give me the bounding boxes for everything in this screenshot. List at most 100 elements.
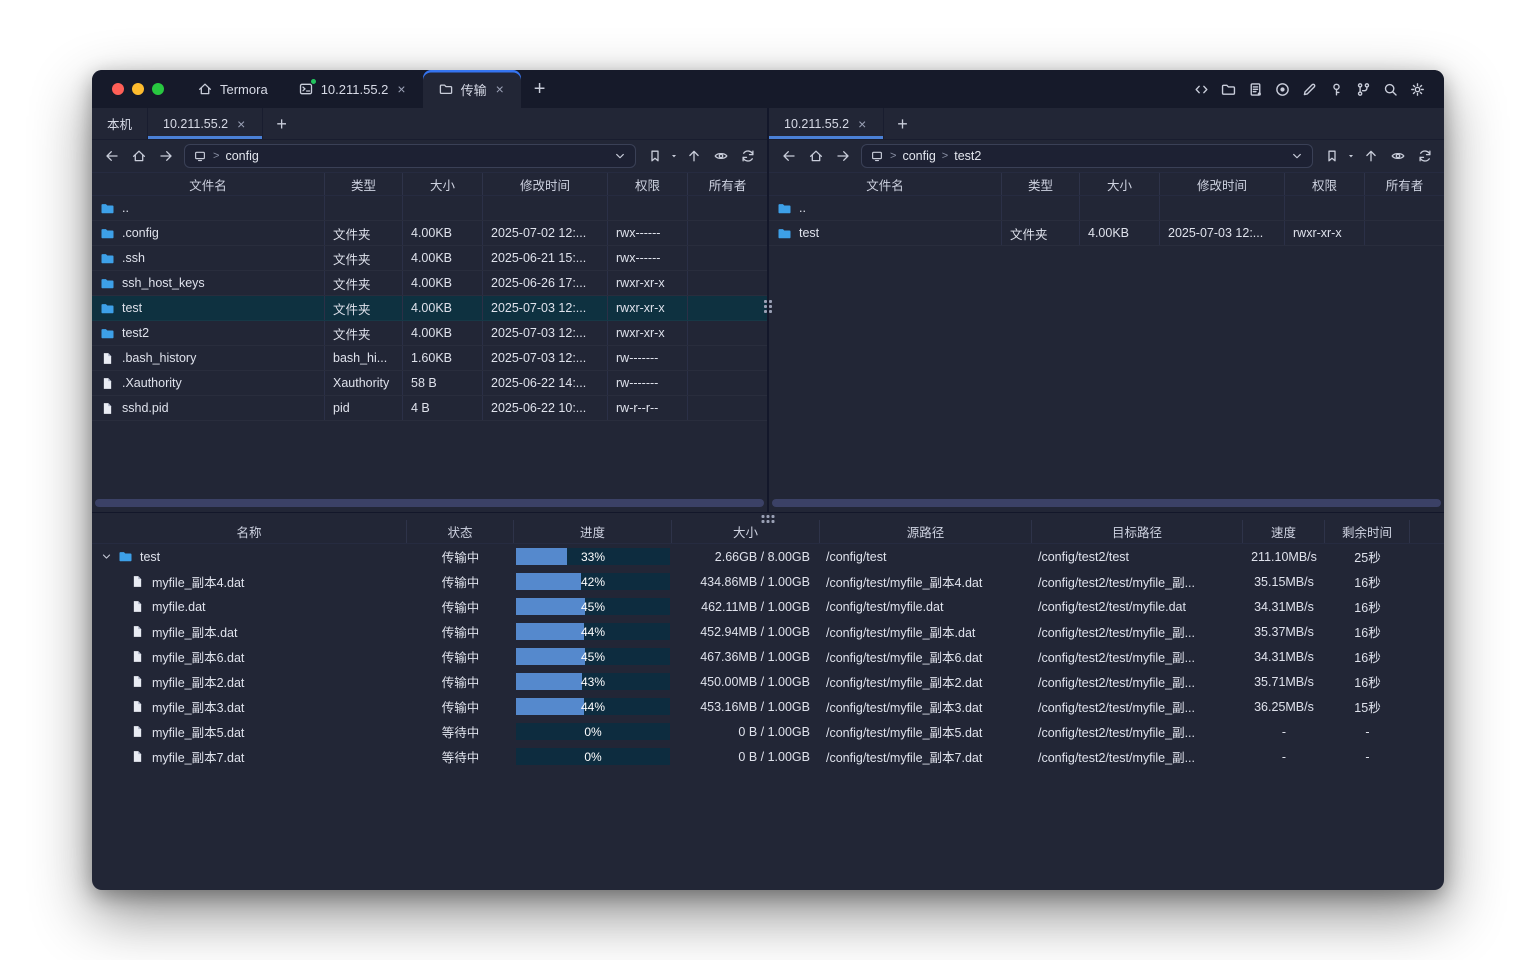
- key-icon[interactable]: [1327, 80, 1345, 98]
- search-icon[interactable]: [1381, 80, 1399, 98]
- forward-icon[interactable]: [830, 144, 855, 168]
- breadcrumb-segment[interactable]: config: [902, 149, 935, 163]
- horizontal-splitter[interactable]: [92, 512, 1444, 520]
- transfer-item-name: myfile_副本4.dat: [152, 572, 244, 591]
- breadcrumb-segment[interactable]: config: [225, 149, 258, 163]
- transfer-row[interactable]: myfile.dat传输中45%462.11MB / 1.00GB/config…: [92, 594, 1444, 619]
- column-header[interactable]: 所有者: [1365, 173, 1444, 195]
- right-panel-tab-10.211.55.2[interactable]: 10.211.55.2×: [769, 108, 884, 139]
- transfer-row[interactable]: myfile_副本4.dat传输中42%434.86MB / 1.00GB/co…: [92, 569, 1444, 594]
- transfer-column-header[interactable]: 目标路径: [1032, 520, 1243, 543]
- left-panel-new-tab-button[interactable]: +: [263, 115, 300, 133]
- column-header[interactable]: 权限: [608, 173, 688, 195]
- transfer-column-header[interactable]: 剩余时间: [1325, 520, 1410, 543]
- breadcrumb-dropdown-icon[interactable]: [1290, 149, 1304, 163]
- breadcrumb-dropdown-icon[interactable]: [613, 149, 627, 163]
- column-header[interactable]: 修改时间: [1160, 173, 1285, 195]
- log-icon[interactable]: [1246, 80, 1264, 98]
- bookmark-caret-icon[interactable]: [669, 149, 679, 163]
- left-panel-file-row[interactable]: ..: [92, 196, 767, 221]
- tab-close-icon[interactable]: ×: [856, 115, 868, 133]
- left-panel-breadcrumb[interactable]: >config: [184, 144, 636, 168]
- column-header[interactable]: 类型: [1002, 173, 1080, 195]
- column-header[interactable]: 文件名: [769, 173, 1002, 195]
- left-panel-file-row[interactable]: .bash_historybash_hi...1.60KB2025-07-03 …: [92, 346, 767, 371]
- record-icon[interactable]: [1273, 80, 1291, 98]
- transfer-item-name: myfile_副本7.dat: [152, 747, 244, 766]
- left-panel-horizontal-scrollbar[interactable]: [95, 499, 764, 507]
- left-panel-file-row[interactable]: test2文件夹4.00KB2025-07-03 12:...rwxr-xr-x: [92, 321, 767, 346]
- show-hidden-eye-icon[interactable]: [708, 144, 733, 168]
- bookmark-icon[interactable]: [1319, 144, 1344, 168]
- transfer-item-name: myfile_副本3.dat: [152, 697, 244, 716]
- transfer-row[interactable]: myfile_副本.dat传输中44%452.94MB / 1.00GB/con…: [92, 619, 1444, 644]
- close-window-button[interactable]: [112, 83, 124, 95]
- new-window-tab-button[interactable]: +: [521, 79, 559, 99]
- refresh-icon[interactable]: [1412, 144, 1437, 168]
- device-icon: [870, 149, 884, 163]
- transfer-row[interactable]: myfile_副本3.dat传输中44%453.16MB / 1.00GB/co…: [92, 694, 1444, 719]
- up-directory-icon[interactable]: [681, 144, 706, 168]
- home-icon[interactable]: [803, 144, 828, 168]
- right-panel-new-tab-button[interactable]: +: [884, 115, 921, 133]
- right-panel-breadcrumb[interactable]: >config>test2: [861, 144, 1313, 168]
- file-mtime-cell: 2025-07-03 12:...: [483, 321, 608, 345]
- transfer-row[interactable]: myfile_副本6.dat传输中45%467.36MB / 1.00GB/co…: [92, 644, 1444, 669]
- transfer-column-header[interactable]: 进度: [514, 520, 672, 543]
- bookmark-icon[interactable]: [642, 144, 667, 168]
- transfer-row[interactable]: myfile_副本5.dat等待中0%0 B / 1.00GB/config/t…: [92, 719, 1444, 744]
- transfer-row[interactable]: myfile_副本2.dat传输中43%450.00MB / 1.00GB/co…: [92, 669, 1444, 694]
- transfer-column-header[interactable]: 速度: [1243, 520, 1325, 543]
- show-hidden-eye-icon[interactable]: [1385, 144, 1410, 168]
- tab-close-icon[interactable]: ×: [494, 80, 506, 98]
- bookmark-caret-icon[interactable]: [1346, 149, 1356, 163]
- transfer-column-header[interactable]: 名称: [92, 520, 407, 543]
- tab-close-icon[interactable]: ×: [235, 115, 247, 133]
- column-header[interactable]: 修改时间: [483, 173, 608, 195]
- maximize-window-button[interactable]: [152, 83, 164, 95]
- edit-icon[interactable]: [1300, 80, 1318, 98]
- transfer-column-header[interactable]: 状态: [407, 520, 514, 543]
- right-panel-horizontal-scrollbar[interactable]: [772, 499, 1441, 507]
- breadcrumb-segment[interactable]: test2: [954, 149, 981, 163]
- column-header[interactable]: 所有者: [688, 173, 767, 195]
- settings-icon[interactable]: [1408, 80, 1426, 98]
- left-panel-tab-本机[interactable]: 本机: [92, 108, 148, 139]
- folder-icon[interactable]: [1219, 80, 1237, 98]
- code-icon[interactable]: [1192, 80, 1210, 98]
- titlebar-tab-10.211.55.2[interactable]: 10.211.55.2×: [283, 70, 423, 108]
- transfer-column-header[interactable]: 源路径: [820, 520, 1032, 543]
- column-header[interactable]: 文件名: [92, 173, 325, 195]
- back-icon[interactable]: [776, 144, 801, 168]
- left-panel-file-row[interactable]: .XauthorityXauthority58 B2025-06-22 14:.…: [92, 371, 767, 396]
- expand-chevron-icon[interactable]: [100, 550, 113, 563]
- minimize-window-button[interactable]: [132, 83, 144, 95]
- right-panel-file-row[interactable]: ..: [769, 196, 1444, 221]
- left-panel-file-row[interactable]: ssh_host_keys文件夹4.00KB2025-06-26 17:...r…: [92, 271, 767, 296]
- left-panel-file-row[interactable]: .ssh文件夹4.00KB2025-06-21 15:...rwx------: [92, 246, 767, 271]
- titlebar-tab-Termora[interactable]: Termora: [182, 70, 283, 108]
- column-header[interactable]: 权限: [1285, 173, 1365, 195]
- right-panel-file-row[interactable]: test文件夹4.00KB2025-07-03 12:...rwxr-xr-x: [769, 221, 1444, 246]
- folder-icon: [100, 276, 115, 291]
- titlebar-tab-传输[interactable]: 传输×: [423, 70, 521, 108]
- branch-icon[interactable]: [1354, 80, 1372, 98]
- column-header[interactable]: 大小: [1080, 173, 1160, 195]
- home-icon[interactable]: [126, 144, 151, 168]
- horizontal-splitter-grip-icon[interactable]: [762, 515, 775, 523]
- transfer-row[interactable]: myfile_副本7.dat等待中0%0 B / 1.00GB/config/t…: [92, 744, 1444, 769]
- back-icon[interactable]: [99, 144, 124, 168]
- file-name: test2: [122, 326, 149, 340]
- transfer-column-header[interactable]: 大小: [672, 520, 820, 543]
- left-panel-tab-10.211.55.2[interactable]: 10.211.55.2×: [148, 108, 263, 139]
- left-panel-file-row[interactable]: .config文件夹4.00KB2025-07-02 12:...rwx----…: [92, 221, 767, 246]
- left-panel-file-row[interactable]: sshd.pidpid4 B2025-06-22 10:...rw-r--r--: [92, 396, 767, 421]
- left-panel-file-row[interactable]: test文件夹4.00KB2025-07-03 12:...rwxr-xr-x: [92, 296, 767, 321]
- refresh-icon[interactable]: [735, 144, 760, 168]
- tab-close-icon[interactable]: ×: [395, 80, 407, 98]
- column-header[interactable]: 类型: [325, 173, 403, 195]
- up-directory-icon[interactable]: [1358, 144, 1383, 168]
- forward-icon[interactable]: [153, 144, 178, 168]
- column-header[interactable]: 大小: [403, 173, 483, 195]
- transfer-row[interactable]: test传输中33%2.66GB / 8.00GB/config/test/co…: [92, 544, 1444, 569]
